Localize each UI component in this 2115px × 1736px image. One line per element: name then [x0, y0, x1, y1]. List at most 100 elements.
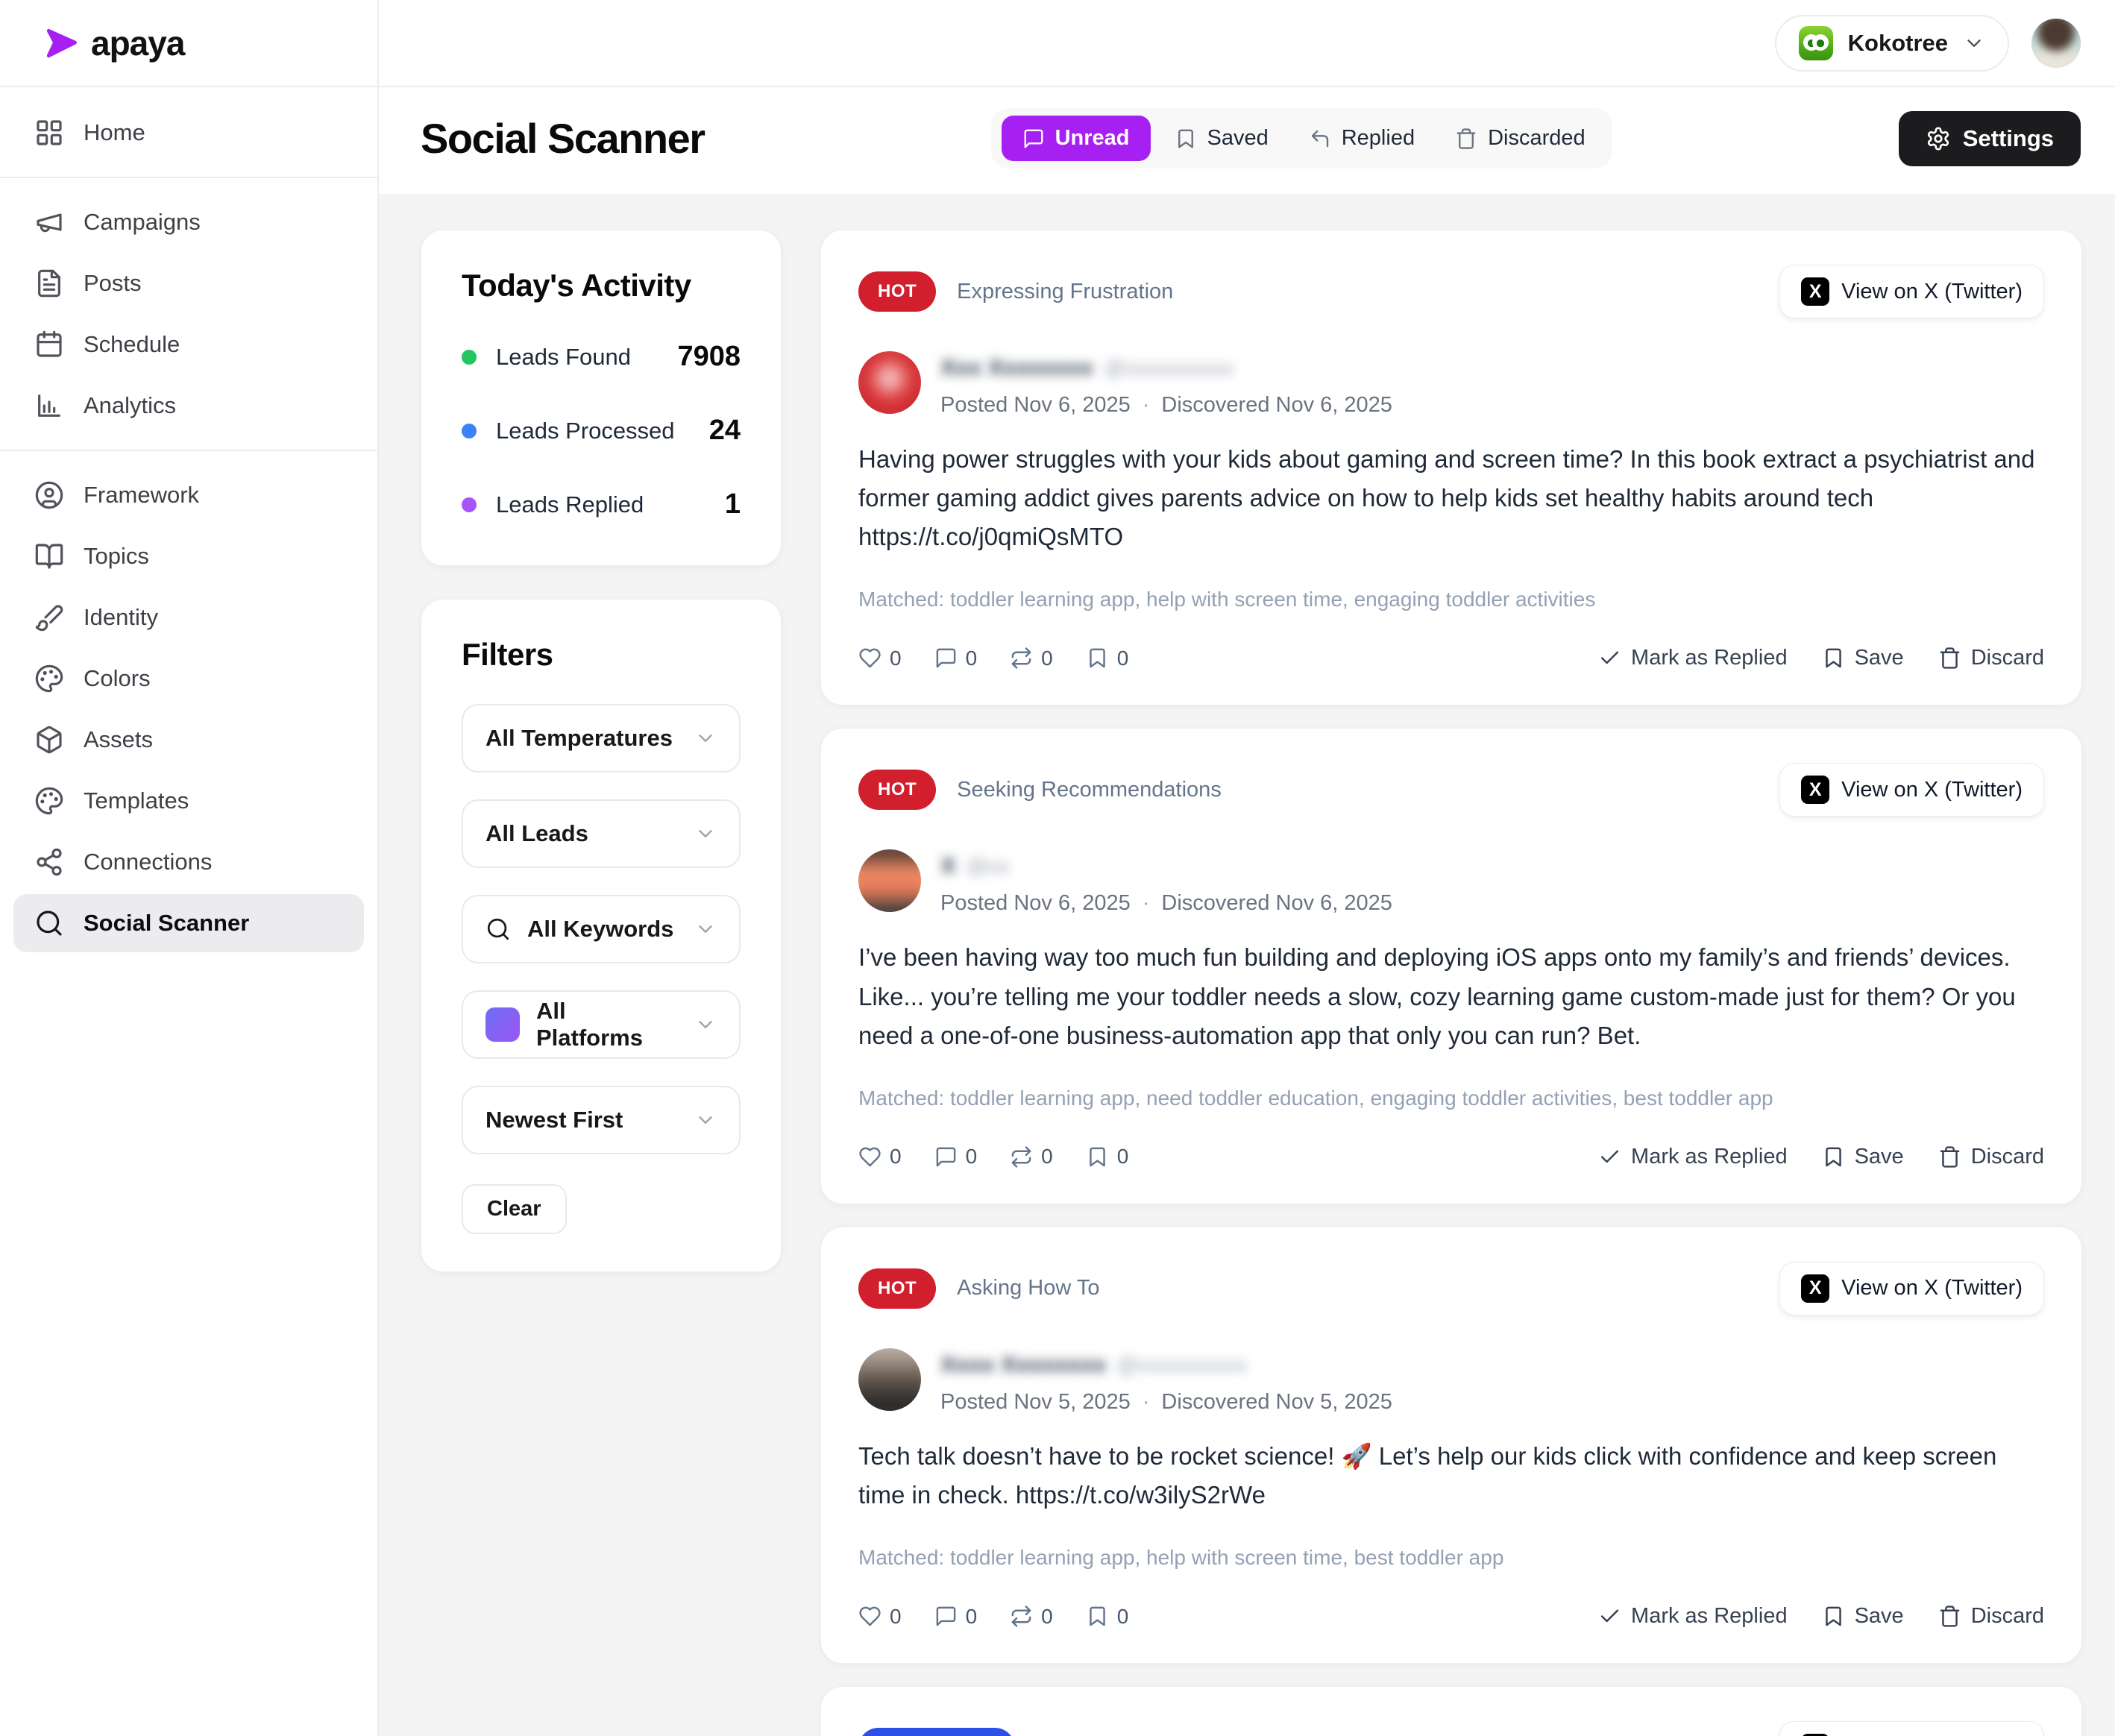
- keywords-filter-dropdown[interactable]: All Keywords: [462, 895, 741, 963]
- bookmark-icon: [1086, 1145, 1109, 1169]
- view-on-x-button[interactable]: X View on X (Twitter): [1779, 763, 2044, 817]
- user-avatar[interactable]: [2031, 19, 2081, 68]
- bookmarks-stat[interactable]: 0: [1086, 1145, 1129, 1169]
- tab-label: Unread: [1055, 126, 1130, 151]
- sidebar-item-posts[interactable]: Posts: [13, 254, 364, 312]
- activity-title: Today's Activity: [462, 268, 741, 304]
- comments-stat[interactable]: 0: [934, 1145, 978, 1169]
- save-button[interactable]: Save: [1822, 1604, 1904, 1629]
- likes-stat[interactable]: 0: [858, 1605, 902, 1629]
- tab-label: Discarded: [1488, 126, 1586, 151]
- workspace-name: Kokotree: [1848, 30, 1948, 57]
- sidebar-item-label: Templates: [84, 787, 189, 814]
- sidebar-item-schedule[interactable]: Schedule: [13, 315, 364, 374]
- comment-icon: [934, 1605, 958, 1628]
- palette-icon: [34, 664, 64, 694]
- post-category: Asking How To: [957, 1276, 1099, 1301]
- post-card: AWARENESS Seeking Recommendations X View…: [820, 1686, 2082, 1736]
- view-on-x-button[interactable]: X View on X (Twitter): [1779, 265, 2044, 318]
- bookmarks-stat[interactable]: 0: [1086, 1605, 1129, 1629]
- post-dates: Posted Nov 6, 2025·Discovered Nov 6, 202…: [940, 891, 1392, 916]
- reposts-stat[interactable]: 0: [1010, 1145, 1053, 1169]
- author-avatar: [858, 849, 921, 912]
- matched-keywords: Matched: toddler learning app, help with…: [858, 1546, 2044, 1570]
- view-on-x-button[interactable]: X View on X (Twitter): [1779, 1721, 2044, 1736]
- sidebar-item-label: Posts: [84, 270, 142, 297]
- x-twitter-icon: X: [1801, 277, 1829, 306]
- tab-saved[interactable]: Saved: [1158, 116, 1285, 161]
- sidebar-item-topics[interactable]: Topics: [13, 527, 364, 585]
- sidebar-nav: Home Campaigns Posts Schedule Analytics: [0, 87, 377, 972]
- left-column: Today's Activity Leads Found 7908 Leads …: [421, 230, 782, 1736]
- save-button[interactable]: Save: [1822, 1145, 1904, 1169]
- mark-as-replied-button[interactable]: Mark as Replied: [1598, 1145, 1788, 1169]
- sidebar-item-connections[interactable]: Connections: [13, 833, 364, 891]
- repost-icon: [1010, 1145, 1033, 1169]
- likes-stat[interactable]: 0: [858, 647, 902, 670]
- trash-icon: [1938, 647, 1961, 670]
- brand-name: apaya: [91, 23, 184, 63]
- x-twitter-icon: X: [1801, 776, 1829, 804]
- sidebar-item-colors[interactable]: Colors: [13, 650, 364, 708]
- sidebar-item-social-scanner[interactable]: Social Scanner: [13, 894, 364, 952]
- view-on-x-button[interactable]: X View on X (Twitter): [1779, 1262, 2044, 1315]
- leads-filter-dropdown[interactable]: All Leads: [462, 799, 741, 868]
- temperature-filter-dropdown[interactable]: All Temperatures: [462, 704, 741, 773]
- tab-replied[interactable]: Replied: [1292, 116, 1431, 161]
- leads-replied-value: 1: [725, 488, 741, 521]
- sidebar-item-label: Analytics: [84, 392, 176, 419]
- check-icon: [1598, 1145, 1621, 1169]
- post-card: HOT Expressing Frustration X View on X (…: [820, 230, 2082, 705]
- settings-button[interactable]: Settings: [1899, 111, 2081, 166]
- brand-logo[interactable]: apaya: [0, 0, 377, 87]
- platforms-filter-dropdown[interactable]: All Platforms: [462, 990, 741, 1059]
- status-tabs: Unread Saved Replied Discarded: [991, 108, 1612, 169]
- author-handle-blurred: @xxxxxxxxxx: [1116, 1353, 1246, 1377]
- chevron-down-icon: [694, 918, 717, 940]
- page-title: Social Scanner: [421, 114, 705, 163]
- discard-button[interactable]: Discard: [1938, 1604, 2044, 1629]
- leads-processed-value: 24: [709, 415, 741, 447]
- sidebar-item-home[interactable]: Home: [13, 104, 364, 162]
- tab-label: Saved: [1207, 126, 1269, 151]
- sort-dropdown[interactable]: Newest First: [462, 1086, 741, 1154]
- sidebar-item-analytics[interactable]: Analytics: [13, 377, 364, 435]
- clear-filters-button[interactable]: Clear: [462, 1184, 567, 1234]
- discard-button[interactable]: Discard: [1938, 646, 2044, 670]
- apaya-logo-icon: [42, 24, 81, 63]
- discard-button[interactable]: Discard: [1938, 1145, 2044, 1169]
- message-square-icon: [1022, 128, 1045, 150]
- save-button[interactable]: Save: [1822, 646, 1904, 670]
- sidebar-item-framework[interactable]: Framework: [13, 466, 364, 524]
- likes-stat[interactable]: 0: [858, 1145, 902, 1169]
- tab-discarded[interactable]: Discarded: [1439, 116, 1602, 161]
- sidebar-item-assets[interactable]: Assets: [13, 711, 364, 769]
- temperature-badge: HOT: [858, 770, 936, 810]
- post-category: Seeking Recommendations: [957, 778, 1222, 802]
- sidebar-item-identity[interactable]: Identity: [13, 588, 364, 647]
- comments-stat[interactable]: 0: [934, 647, 978, 670]
- workspace-switcher[interactable]: Kokotree: [1775, 15, 2009, 72]
- trash-icon: [1938, 1605, 1961, 1628]
- topbar: Kokotree: [379, 0, 2115, 87]
- tab-unread[interactable]: Unread: [1002, 116, 1151, 161]
- reposts-stat[interactable]: 0: [1010, 647, 1053, 670]
- author-name-blurred: Xxxx Xxxxxxxx: [940, 1351, 1106, 1377]
- post-body-text: I’ve been having way too much fun buildi…: [858, 938, 2044, 1054]
- check-icon: [1598, 647, 1621, 670]
- post-dates: Posted Nov 5, 2025·Discovered Nov 5, 202…: [940, 1390, 1392, 1415]
- sidebar-item-templates[interactable]: Templates: [13, 772, 364, 830]
- app-root: apaya Home Campaigns Posts Schedule: [0, 0, 2115, 1736]
- activity-row-leads-replied: Leads Replied 1: [462, 488, 741, 521]
- mark-as-replied-button[interactable]: Mark as Replied: [1598, 646, 1788, 670]
- bookmarks-stat[interactable]: 0: [1086, 647, 1129, 670]
- tab-label: Replied: [1342, 126, 1415, 151]
- sidebar-item-campaigns[interactable]: Campaigns: [13, 193, 364, 251]
- reposts-stat[interactable]: 0: [1010, 1605, 1053, 1629]
- user-circle-icon: [34, 480, 64, 510]
- chevron-down-icon: [694, 823, 717, 845]
- mark-as-replied-button[interactable]: Mark as Replied: [1598, 1604, 1788, 1629]
- comments-stat[interactable]: 0: [934, 1605, 978, 1629]
- author-handle-blurred: @xxxxxxxxxx: [1104, 356, 1234, 380]
- trash-icon: [1455, 128, 1477, 150]
